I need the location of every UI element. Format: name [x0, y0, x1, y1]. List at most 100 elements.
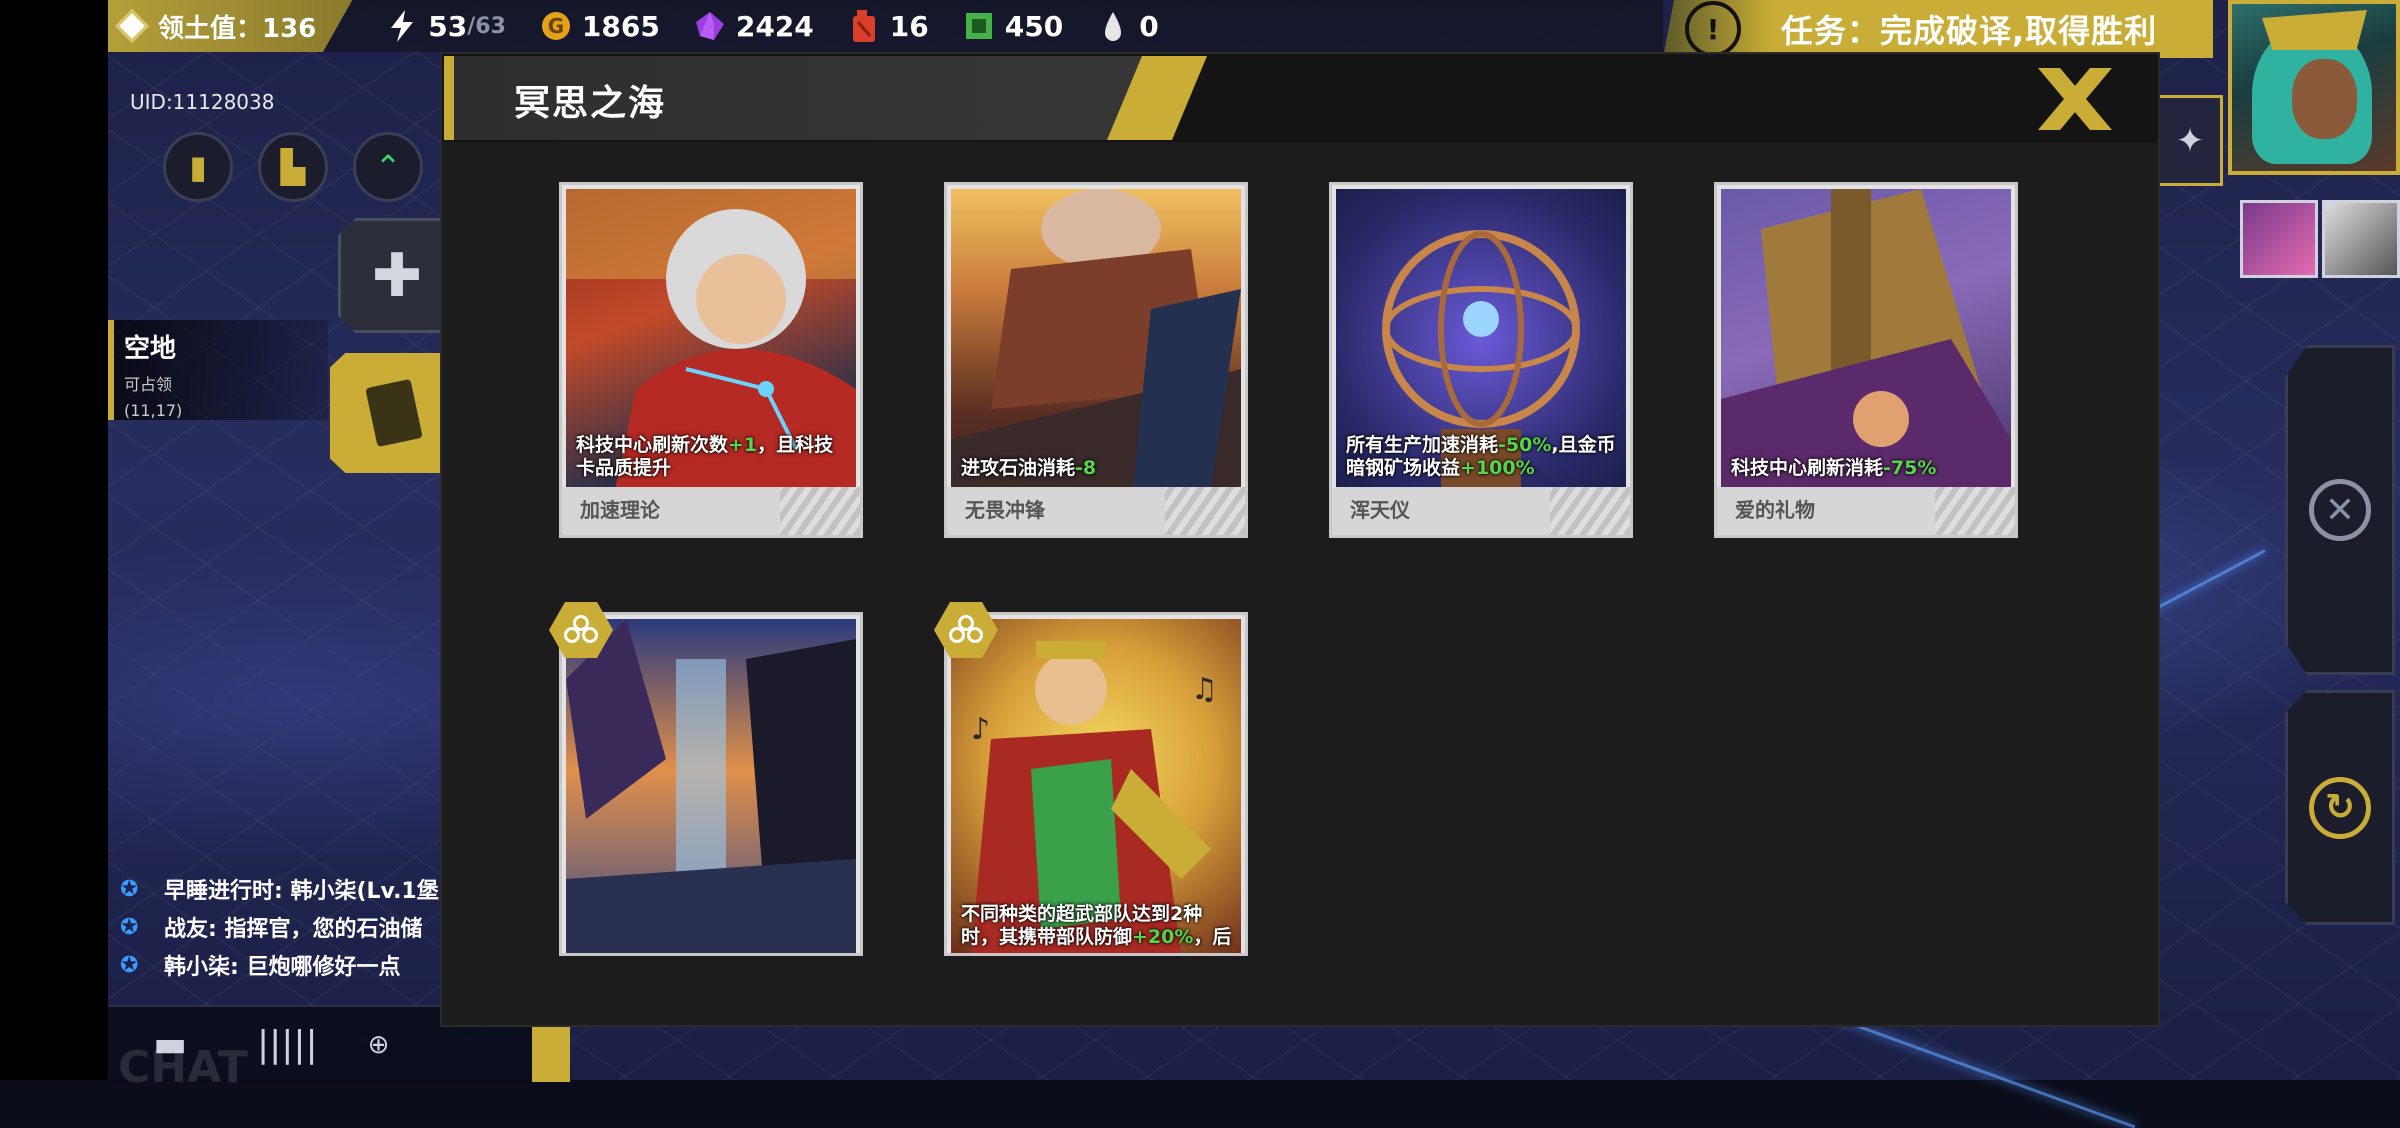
- card-description: 科技中心刷新次数+1，且科技卡品质提升: [576, 434, 834, 479]
- card-hatch: [1165, 487, 1245, 535]
- card-armillary-sphere[interactable]: 所有生产加速消耗-50%,且金币暗钢矿场收益+100% 浑天仪: [1329, 182, 1633, 538]
- card-fearless-charge[interactable]: 进攻石油消耗-8 无畏冲锋: [944, 182, 1248, 538]
- card-description: 进攻石油消耗-8: [961, 457, 1097, 479]
- chat-channel-icon: ✪: [120, 915, 139, 940]
- oil-amount: 16: [889, 9, 929, 43]
- card-collection-modal: 冥思之海 科技中心刷新次数+1，且科技卡品质提升 加速理论 进攻石油消耗-8 无…: [440, 52, 2160, 1027]
- crystal-resource[interactable]: 2424: [694, 10, 814, 43]
- card-hatch: [780, 487, 860, 535]
- card-art: [566, 189, 856, 533]
- card-art: [1721, 189, 2011, 533]
- commander-avatar[interactable]: [2228, 0, 2400, 175]
- alert-icon: !: [1685, 1, 1741, 57]
- user-id: UID:11128038: [130, 90, 275, 114]
- chevron-up-icon: ⌃: [374, 148, 402, 186]
- card-hatch: [1550, 487, 1630, 535]
- chat-tab-marker[interactable]: [532, 1027, 570, 1082]
- avatar-hat: [2262, 10, 2367, 50]
- crystal-amount: 2424: [735, 9, 814, 43]
- hero-portrait-2[interactable]: [2322, 200, 2400, 278]
- screen-letterbox: [0, 0, 108, 1080]
- synergy-circles-icon: [949, 615, 983, 645]
- chat-message-text: 早睡进行时: 韩小柒(Lv.1堡: [164, 879, 439, 904]
- card-description: 不同种类的超武部队达到2种时，其携带部队防御+20%，后: [961, 903, 1232, 948]
- territory-icon: [115, 9, 149, 43]
- tile-info-panel: 空地 可占领 (11,17): [108, 320, 328, 420]
- hero-portrait-1[interactable]: [2240, 200, 2318, 278]
- puzzle-button[interactable]: ✚: [338, 218, 456, 333]
- close-icon: [2038, 68, 2112, 130]
- card-gift-of-love[interactable]: 科技中心刷新消耗-75% 爱的礼物: [1714, 182, 2018, 538]
- card-art: [566, 619, 856, 953]
- chat-message: ✪ 战友: 指挥官，您的石油储: [120, 908, 450, 946]
- gold-amount: 1865: [581, 9, 660, 43]
- modal-header: 冥思之海: [442, 54, 2158, 142]
- card-stack-icon: ▮: [189, 148, 207, 186]
- cancel-side-button[interactable]: ✕: [2285, 345, 2395, 675]
- card-deck-button[interactable]: [330, 353, 458, 473]
- gold-coin-icon: G: [540, 10, 572, 42]
- upgrade-circle-button[interactable]: ⌃: [353, 132, 423, 202]
- svg-text:G: G: [548, 14, 564, 38]
- close-button[interactable]: [2032, 68, 2118, 130]
- chat-message-text: 战友: 指挥官，您的石油储: [164, 917, 423, 942]
- locate-icon[interactable]: ⊕: [368, 1030, 390, 1060]
- oil-resource[interactable]: 16: [848, 10, 929, 43]
- refresh-side-button[interactable]: ↻: [2285, 690, 2395, 925]
- card-battle-scene[interactable]: [559, 612, 863, 956]
- energy-max: /63: [467, 13, 506, 39]
- card-hatch: [1935, 487, 2015, 535]
- card-name: 浑天仪: [1350, 498, 1410, 522]
- lightning-icon: [386, 10, 418, 42]
- card-deck-icon: [365, 378, 423, 448]
- puzzle-icon: ✚: [371, 240, 423, 311]
- card-name: 爱的礼物: [1735, 498, 1815, 522]
- refresh-icon: ↻: [2309, 776, 2371, 839]
- title-plate: 冥思之海: [444, 56, 1164, 140]
- faction-emblem-icon[interactable]: ✦: [2160, 95, 2223, 186]
- building-icon: ▙: [280, 148, 306, 186]
- chat-channel-icon: ✪: [120, 953, 139, 978]
- chat-channel-icon: ✪: [120, 877, 139, 902]
- svg-text:♫: ♫: [1191, 672, 1218, 707]
- card-speed-theory[interactable]: 科技中心刷新次数+1，且科技卡品质提升 加速理论: [559, 182, 863, 538]
- drop-resource[interactable]: 0: [1097, 9, 1159, 43]
- card-bard[interactable]: ♪ ♫ 不同种类的超武部队达到2种时，其携带部队防御+20%，后: [944, 612, 1248, 956]
- tile-status: 可占领: [124, 375, 173, 394]
- mission-text: 任务：完成破译,取得胜利: [1781, 12, 2158, 50]
- card-name: 加速理论: [580, 498, 660, 522]
- chat-message: ✪ 韩小柒: 巨炮哪修好一点: [120, 946, 450, 984]
- cards-circle-button[interactable]: ▮: [163, 132, 233, 202]
- card-description: 所有生产加速消耗-50%,且金币暗钢矿场收益+100%: [1346, 434, 1616, 479]
- card-description: 科技中心刷新消耗-75%: [1731, 457, 1937, 479]
- chat-message: ✪ 早睡进行时: 韩小柒(Lv.1堡: [120, 870, 450, 908]
- tile-name: 空地: [124, 334, 177, 364]
- close-circle-icon: ✕: [2309, 479, 2371, 541]
- voice-wave-icon[interactable]: |||||: [257, 1024, 318, 1065]
- svg-text:♪: ♪: [971, 712, 990, 747]
- chat-watermark: CHAT: [118, 1042, 248, 1093]
- drop-icon: [1097, 10, 1129, 42]
- crystal-icon: [694, 10, 726, 42]
- resource-bar: 领土值：136 53/63 G 1865 2424 16 450 0: [108, 0, 1663, 52]
- fuel-can-icon: [848, 10, 880, 42]
- energy-current: 53: [428, 9, 468, 43]
- territory-label: 领土值：136: [158, 13, 317, 44]
- chip-amount: 450: [1004, 9, 1064, 43]
- chip-icon: [963, 10, 995, 42]
- card-art: [1336, 189, 1626, 533]
- energy-resource[interactable]: 53/63: [386, 10, 506, 43]
- tile-coords: (11,17): [124, 401, 183, 420]
- territory-value[interactable]: 领土值：136: [108, 0, 353, 52]
- avatar-face: [2292, 59, 2357, 139]
- drop-amount: 0: [1139, 9, 1159, 43]
- card-art: [951, 189, 1241, 533]
- base-circle-button[interactable]: ▙: [258, 132, 328, 202]
- chat-message-text: 韩小柒: 巨炮哪修好一点: [164, 955, 401, 980]
- gold-resource[interactable]: G 1865: [540, 10, 660, 43]
- modal-title: 冥思之海: [514, 83, 667, 124]
- synergy-circles-icon: [564, 615, 598, 645]
- chat-feed[interactable]: ✪ 早睡进行时: 韩小柒(Lv.1堡 ✪ 战友: 指挥官，您的石油储 ✪ 韩小柒…: [120, 870, 450, 984]
- chip-resource[interactable]: 450: [963, 10, 1063, 43]
- mission-banner[interactable]: ! 任务：完成破译,取得胜利: [1663, 0, 2213, 58]
